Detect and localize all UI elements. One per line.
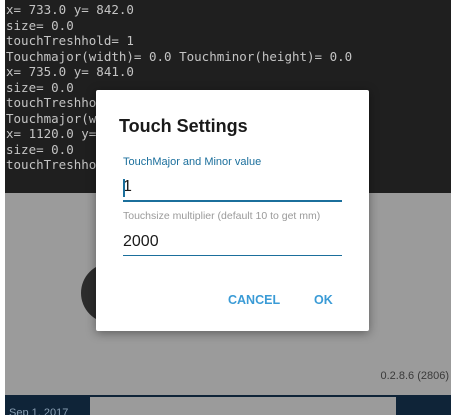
log-line: x= 735.0 y= 841.0 <box>6 64 134 79</box>
log-line: size= 0.0 <box>6 141 74 157</box>
touch-major-minor-label: TouchMajor and Minor value <box>123 156 262 168</box>
log-line: x= 733.0 y= 842.0 <box>6 2 134 17</box>
log-line: touchTreshhold= 1 <box>6 33 134 48</box>
touchsize-multiplier-label: Touchsize multiplier (default 10 to get … <box>123 210 321 222</box>
log-line: touchTreshho <box>6 95 97 110</box>
bottom-panel <box>90 397 396 415</box>
touch-major-minor-input[interactable] <box>123 174 342 202</box>
touch-settings-dialog: Touch Settings TouchMajor and Minor valu… <box>96 90 369 331</box>
ok-button[interactable]: OK <box>314 293 333 307</box>
log-line: size= 0.0 <box>6 79 74 95</box>
log-line: touchTreshho <box>6 157 97 172</box>
date-label: Sep 1, 2017 <box>9 407 69 415</box>
version-label: 0.2.8.6 (2806) <box>380 370 450 382</box>
log-line: size= 0.0 <box>6 17 74 33</box>
log-line: Touchmajor(width)= 0.0 Touchminor(height… <box>6 48 353 64</box>
log-line: x= 1120.0 y= <box>6 126 97 141</box>
dialog-title: Touch Settings <box>119 116 248 136</box>
log-line: Touchmajor(w <box>6 110 97 126</box>
screen: x= 733.0 y= 842.0 size= 0.0 touchTreshho… <box>0 0 453 415</box>
cancel-button[interactable]: CANCEL <box>228 293 280 307</box>
text-cursor <box>123 179 125 197</box>
touchsize-multiplier-input[interactable] <box>123 229 342 256</box>
